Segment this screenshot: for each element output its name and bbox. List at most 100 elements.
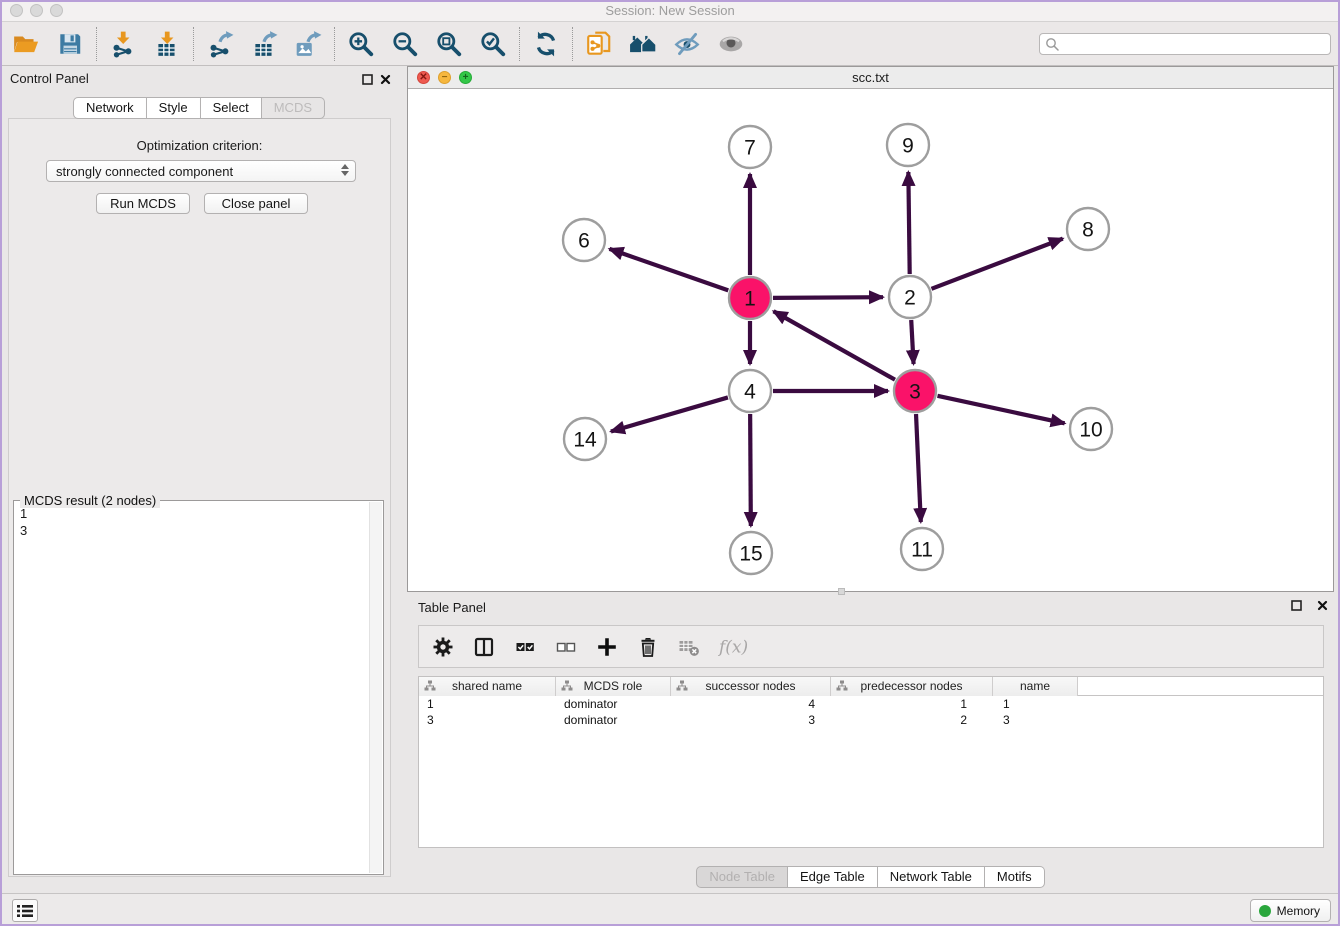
graph-node-1[interactable]: 1: [729, 277, 771, 319]
node-table-body: 1dominator4113dominator323: [419, 696, 1323, 728]
svg-text:7: 7: [744, 137, 756, 160]
table-panel-title: Table Panel: [418, 600, 486, 615]
run-mcds-button[interactable]: Run MCDS: [96, 193, 190, 214]
function-icon: f(x): [717, 634, 743, 660]
graph-edge-4-14[interactable]: [611, 397, 728, 431]
deselect-all-icon[interactable]: [553, 634, 579, 660]
show-eye-icon[interactable]: [714, 27, 748, 61]
control-panel-float-icon[interactable]: [361, 73, 374, 86]
export-table-icon[interactable]: [247, 27, 281, 61]
graph-edge-3-1[interactable]: [774, 311, 895, 379]
zoom-in-icon[interactable]: [344, 27, 378, 61]
table-tabs: Node TableEdge TableNetwork TableMotifs: [696, 866, 1044, 888]
split-columns-icon[interactable]: [471, 634, 497, 660]
svg-text:6: 6: [578, 230, 590, 253]
export-image-icon[interactable]: [291, 27, 325, 61]
graph-edge-4-15[interactable]: [750, 414, 751, 526]
column-header-successor-nodes[interactable]: successor nodes: [671, 677, 831, 696]
import-network-icon[interactable]: [106, 27, 140, 61]
svg-text:10: 10: [1079, 419, 1102, 442]
tab-network[interactable]: Network: [73, 97, 147, 119]
graph-edge-3-10[interactable]: [937, 396, 1064, 423]
cell-MCDS-role: dominator: [556, 712, 671, 728]
delete-icon[interactable]: [635, 634, 661, 660]
cell-shared-name: 3: [419, 712, 556, 728]
gear-icon[interactable]: [430, 634, 456, 660]
control-panel-title: Control Panel: [10, 71, 89, 86]
network-window-titlebar: ✕ − + scc.txt: [408, 67, 1333, 89]
close-panel-button[interactable]: Close panel: [204, 193, 308, 214]
splitter-handle[interactable]: [838, 588, 845, 595]
graph-node-2[interactable]: 2: [889, 276, 931, 318]
graph-node-14[interactable]: 14: [564, 418, 606, 460]
cell-predecessor-nodes: 2: [831, 712, 993, 728]
svg-text:2: 2: [904, 287, 916, 310]
table-panel-float-icon[interactable]: [1290, 599, 1303, 612]
svg-text:15: 15: [739, 543, 762, 566]
app-titlebar: Session: New Session: [0, 0, 1340, 22]
zoom-out-icon[interactable]: [388, 27, 422, 61]
table-row[interactable]: 3dominator323: [419, 712, 1323, 728]
graph-node-7[interactable]: 7: [729, 126, 771, 168]
graph-edge-2-9[interactable]: [908, 172, 909, 274]
column-header-MCDS-role[interactable]: MCDS role: [556, 677, 671, 696]
export-network-icon[interactable]: [203, 27, 237, 61]
graph-node-3[interactable]: 3: [894, 370, 936, 412]
table-panel-close-icon[interactable]: [1316, 599, 1329, 612]
refresh-icon[interactable]: [529, 27, 563, 61]
tab-mcds[interactable]: MCDS: [262, 97, 325, 119]
graph-node-9[interactable]: 9: [887, 124, 929, 166]
add-icon[interactable]: [594, 634, 620, 660]
hide-eye-icon[interactable]: [670, 27, 704, 61]
memory-button[interactable]: Memory: [1250, 899, 1331, 922]
optimization-criterion-label: Optimization criterion:: [9, 138, 390, 153]
import-table-icon[interactable]: [150, 27, 184, 61]
zoom-fit-icon[interactable]: [432, 27, 466, 61]
graph-node-8[interactable]: 8: [1067, 208, 1109, 250]
cell-name: 3: [993, 712, 1078, 728]
clone-network-icon[interactable]: [582, 27, 616, 61]
graph-node-10[interactable]: 10: [1070, 408, 1112, 450]
cell-name: 1: [993, 696, 1078, 712]
tab-node-table[interactable]: Node Table: [696, 866, 788, 888]
graph-node-4[interactable]: 4: [729, 370, 771, 412]
search-icon: [1045, 37, 1059, 51]
graph-node-6[interactable]: 6: [563, 219, 605, 261]
status-bar: Memory: [0, 893, 1340, 926]
graph-edge-2-3[interactable]: [911, 320, 913, 364]
table-row[interactable]: 1dominator411: [419, 696, 1323, 712]
tab-network-table[interactable]: Network Table: [878, 866, 985, 888]
select-all-icon[interactable]: [512, 634, 538, 660]
tab-select[interactable]: Select: [201, 97, 262, 119]
criterion-dropdown-value: strongly connected component: [56, 164, 233, 179]
cell-MCDS-role: dominator: [556, 696, 671, 712]
network-canvas[interactable]: 1 2 3 4 6 7 8 9 10 11 14 15: [408, 89, 1333, 591]
result-scrollbar[interactable]: [369, 502, 382, 873]
cell-predecessor-nodes: 1: [831, 696, 993, 712]
column-header-shared-name[interactable]: shared name: [419, 677, 556, 696]
control-panel-close-icon[interactable]: [379, 73, 392, 86]
tab-edge-table[interactable]: Edge Table: [788, 866, 878, 888]
column-header-name[interactable]: name: [993, 677, 1078, 696]
graph-node-11[interactable]: 11: [901, 528, 943, 570]
search-input[interactable]: [1039, 33, 1331, 55]
save-session-icon[interactable]: [53, 27, 87, 61]
criterion-dropdown[interactable]: strongly connected component: [46, 160, 356, 182]
tab-motifs[interactable]: Motifs: [985, 866, 1045, 888]
graph-node-15[interactable]: 15: [730, 532, 772, 574]
graph-edge-1-6[interactable]: [609, 249, 728, 291]
node-table-header: shared nameMCDS rolesuccessor nodesprede…: [419, 677, 1323, 696]
table-toolbar: f(x): [418, 625, 1324, 668]
table-panel: Table Panel f(x) shared nameMCDS rolesuc…: [407, 595, 1334, 890]
column-header-predecessor-nodes[interactable]: predecessor nodes: [831, 677, 993, 696]
graph-edge-3-11[interactable]: [916, 414, 921, 522]
tab-style[interactable]: Style: [147, 97, 201, 119]
home-icon[interactable]: [626, 27, 660, 61]
memory-status-icon: [1259, 905, 1271, 917]
graph-edge-1-2[interactable]: [773, 297, 883, 298]
svg-text:3: 3: [909, 381, 921, 404]
open-session-icon[interactable]: [9, 27, 43, 61]
task-history-button[interactable]: [12, 899, 38, 922]
zoom-selected-icon[interactable]: [476, 27, 510, 61]
graph-edge-2-8[interactable]: [931, 239, 1062, 289]
